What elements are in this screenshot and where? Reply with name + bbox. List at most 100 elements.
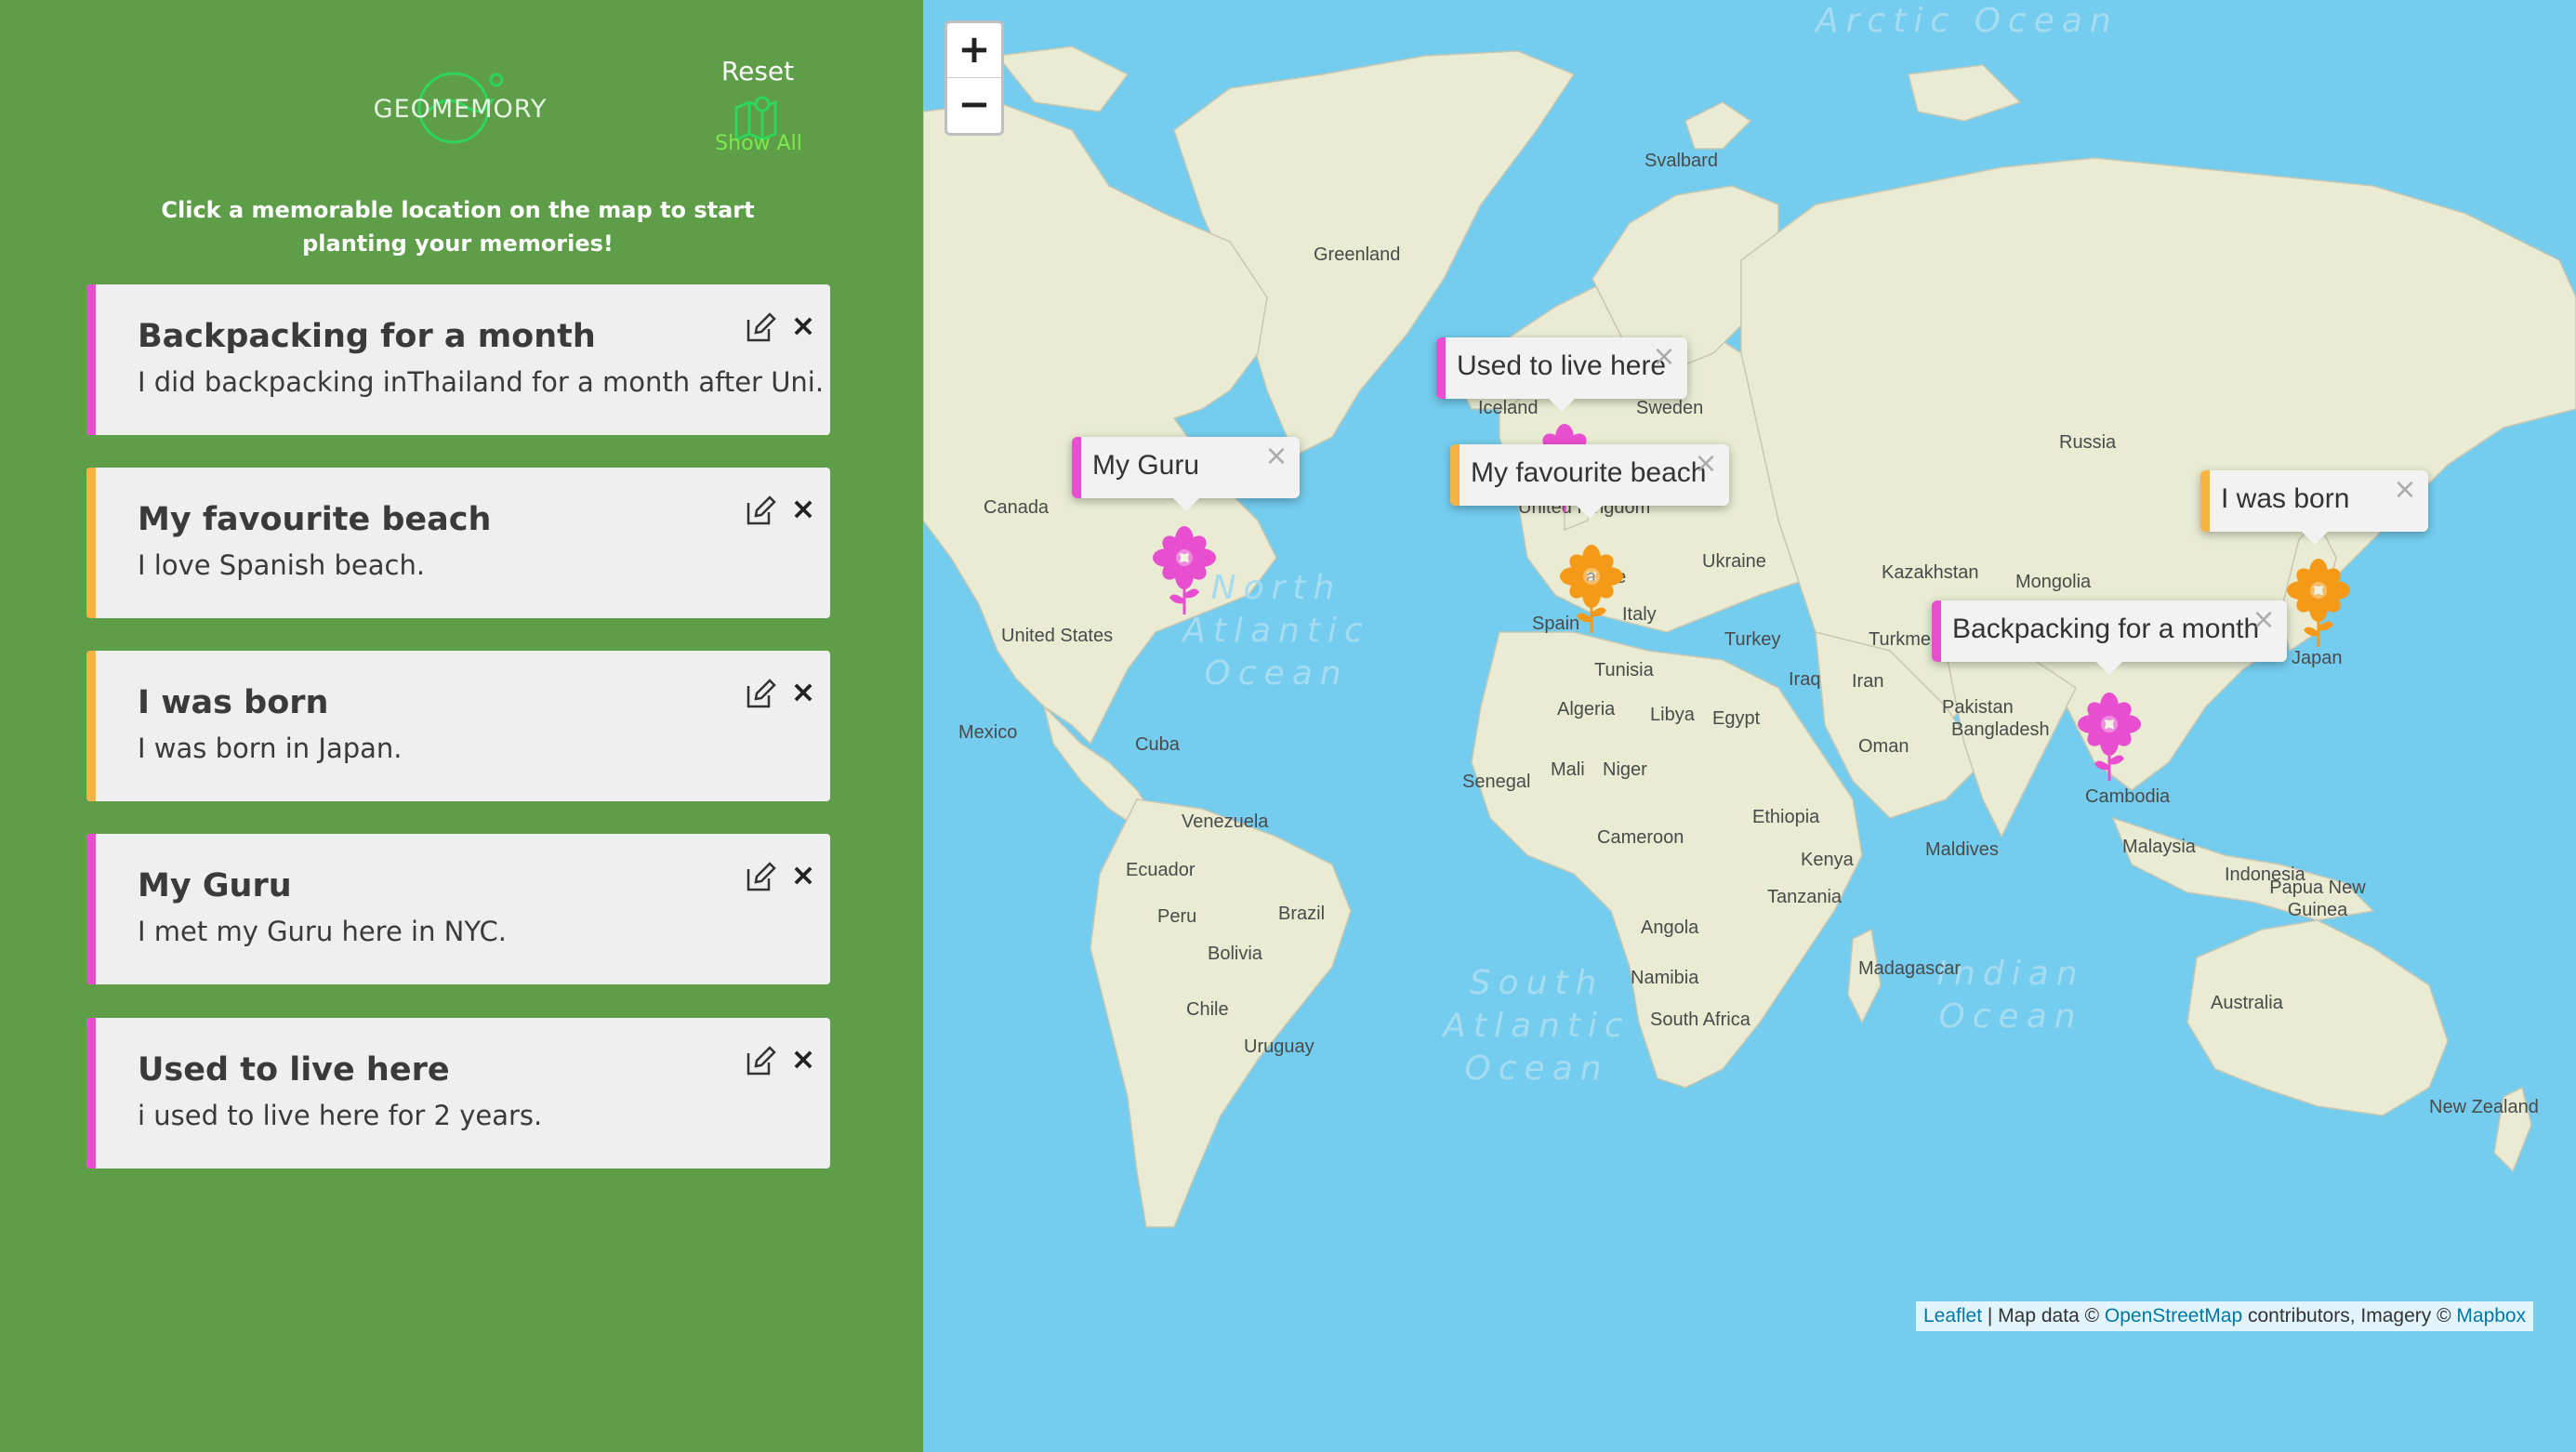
country-label: Turkey [1724,629,1781,650]
geomemory-logo: GEOMEMORY [372,65,548,149]
country-label: Libya [1650,705,1695,725]
country-label: Mexico [958,722,1018,743]
openstreetmap-link[interactable]: OpenStreetMap [2105,1305,2242,1327]
arctic-islands-land [1908,64,2022,122]
map-attribution: Leaflet | Map data © OpenStreetMap contr… [1916,1301,2534,1331]
country-label: Kenya [1801,850,1854,870]
country-label: Malaysia [2122,837,2196,857]
memory-description: I did backpacking inThailand for a month… [138,366,825,398]
country-label: Tanzania [1767,887,1843,907]
country-label: Niger [1603,759,1647,780]
memory-color-bar [86,651,96,801]
memory-card[interactable]: I was born I was born in Japan. × [86,651,830,801]
popup-tip [1170,496,1201,511]
country-label: Iraq [1789,669,1821,690]
memory-title: Used to live here [138,1051,450,1089]
country-label: Mongolia [2015,572,2092,592]
world-map[interactable]: Arctic Ocean North Atlantic Ocean South … [923,0,2576,1452]
memory-description: I met my Guru here in NYC. [138,916,507,947]
country-label: Pakistan [1942,697,2014,718]
country-label: Cameroon [1597,827,1684,848]
popup-color-bar [1450,444,1460,506]
popup-tip [2094,660,2124,675]
memory-color-bar [86,284,96,435]
zoom-in-button[interactable]: + [947,23,1001,78]
country-label: Oman [1858,736,1909,757]
delete-memory-button[interactable]: × [787,492,819,525]
memory-color-bar [86,834,96,984]
popup-text: My Guru [1092,450,1200,481]
country-label: Ukraine [1702,551,1766,572]
delete-memory-button[interactable]: × [787,1042,819,1076]
country-label: Senegal [1462,772,1531,792]
country-label: Greenland [1314,244,1401,265]
flower-marker-icon[interactable] [2074,690,2145,783]
country-label: Mali [1551,759,1585,780]
memory-card[interactable]: My Guru I met my Guru here in NYC. × [86,834,830,984]
country-label: Peru [1157,906,1197,927]
memory-color-bar [86,1018,96,1168]
popup-close-button[interactable]: × [1650,343,1678,371]
country-label: United States [1001,626,1114,646]
country-label: Tunisia [1594,660,1654,680]
flower-marker-icon[interactable] [1556,542,1627,635]
country-label: Cambodia [2085,786,2171,807]
edit-icon[interactable] [745,312,776,344]
zoom-control: + − [945,20,1004,136]
country-label: Svalbard [1645,151,1718,171]
memory-title: Backpacking for a month [138,318,596,355]
memory-popup[interactable]: Backpacking for a month × [1932,601,2287,675]
memory-popup[interactable]: Used to live here × [1436,337,1687,412]
memory-title: I was born [138,684,329,721]
country-label: Madagascar [1858,958,1962,979]
popup-close-button[interactable]: × [2391,476,2419,504]
arctic-canada-land [996,46,1129,112]
country-label: Australia [2211,993,2283,1013]
delete-memory-button[interactable]: × [787,309,819,342]
memory-card[interactable]: Backpacking for a month I did backpacking… [86,284,830,435]
reset-button[interactable]: Reset [707,56,809,86]
mapbox-link[interactable]: Mapbox [2456,1305,2526,1327]
flower-marker-icon[interactable] [2283,556,2354,649]
country-label: Cuba [1135,734,1180,755]
sidebar: GEOMEMORY Reset Show All Click a memorab… [0,0,923,1452]
edit-icon[interactable] [745,679,776,710]
memory-title: My favourite beach [138,501,492,538]
memory-description: I love Spanish beach. [138,549,426,581]
show-all-label: Show All [715,132,802,155]
country-label: Uruguay [1244,1036,1314,1057]
popup-close-button[interactable]: × [1262,442,1290,470]
zoom-out-button[interactable]: − [947,78,1001,133]
ocean-label-arctic: Arctic Ocean [1816,2,2119,40]
memory-card[interactable]: My favourite beach I love Spanish beach. × [86,468,830,618]
svalbard-land [1684,101,1752,150]
country-label: South Africa [1650,1010,1750,1030]
show-all-button[interactable]: Show All [703,93,814,158]
memory-popup[interactable]: I was born × [2200,470,2428,545]
edit-icon[interactable] [745,862,776,893]
popup-close-button[interactable]: × [1692,450,1720,478]
country-label: Italy [1622,604,1657,625]
country-label: Japan [2292,648,2343,668]
memory-card[interactable]: Used to live here i used to live here for… [86,1018,830,1168]
delete-memory-button[interactable]: × [787,675,819,708]
memory-description: i used to live here for 2 years. [138,1100,543,1131]
edit-icon[interactable] [745,495,776,527]
instructions-text: Click a memorable location on the map to… [161,197,755,257]
country-label: Namibia [1631,968,1699,988]
edit-icon[interactable] [745,1046,776,1077]
popup-close-button[interactable]: × [2250,606,2278,634]
country-label: Bangladesh [1951,719,2050,740]
memory-popup[interactable]: My favourite beach × [1450,444,1729,519]
flower-marker-icon[interactable] [1149,523,1220,616]
leaflet-link[interactable]: Leaflet [1923,1305,1982,1327]
country-label: Iceland [1478,398,1539,418]
memory-popup[interactable]: My Guru × [1072,437,1300,511]
memory-description: I was born in Japan. [138,733,403,764]
country-label: Canada [984,497,1050,518]
country-label: Papua New Guinea [2269,878,2366,920]
popup-text: My favourite beach [1471,457,1707,488]
delete-memory-button[interactable]: × [787,858,819,891]
australia-land [2186,919,2449,1116]
country-label: Algeria [1557,699,1616,719]
